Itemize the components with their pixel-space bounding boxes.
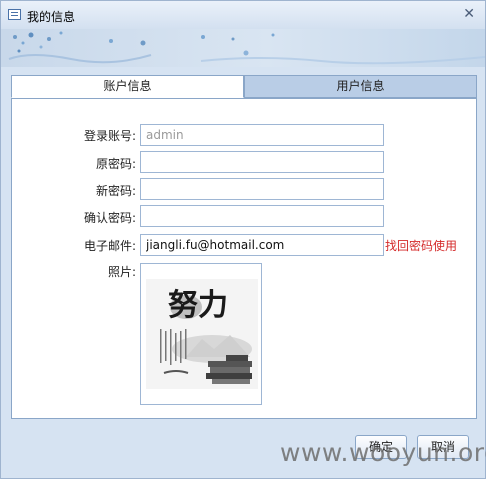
dialog-window: 我的信息 ✕ 账户信息 用户信息 登录账号: 原密码:	[0, 0, 486, 479]
window-icon	[8, 9, 21, 20]
tab-bar: 账户信息 用户信息	[11, 75, 477, 99]
window-title: 我的信息	[27, 10, 76, 24]
new-password-field[interactable]	[140, 178, 384, 200]
tab-user-info[interactable]: 用户信息	[244, 75, 477, 98]
photo-calligraphy: 努力	[168, 288, 228, 323]
close-icon[interactable]: ✕	[463, 7, 475, 21]
tab-account-info[interactable]: 账户信息	[11, 75, 244, 98]
watermark-text: www.wooyun.org	[280, 438, 486, 467]
email-label: 电子邮件:	[83, 239, 136, 253]
header-banner	[1, 29, 485, 67]
confirm-password-label: 确认密码:	[83, 211, 136, 225]
photo-image: 努力	[146, 279, 258, 389]
account-info-panel: 登录账号: 原密码: 新密码: 确认密码: 电子邮件: 找回密码使用 照片: 努…	[11, 98, 477, 419]
water-splash-decoration	[8, 31, 485, 65]
confirm-password-field[interactable]	[140, 205, 384, 227]
new-password-label: 新密码:	[95, 184, 136, 198]
email-field[interactable]	[140, 234, 384, 256]
account-label: 登录账号:	[83, 129, 136, 143]
old-password-label: 原密码:	[95, 157, 136, 171]
title-bar[interactable]: 我的信息 ✕	[1, 1, 485, 29]
photo-frame[interactable]: 努力	[140, 263, 262, 405]
email-hint: 找回密码使用	[385, 239, 458, 253]
old-password-field[interactable]	[140, 151, 384, 173]
account-field[interactable]	[140, 124, 384, 146]
photo-label: 照片:	[107, 265, 136, 279]
